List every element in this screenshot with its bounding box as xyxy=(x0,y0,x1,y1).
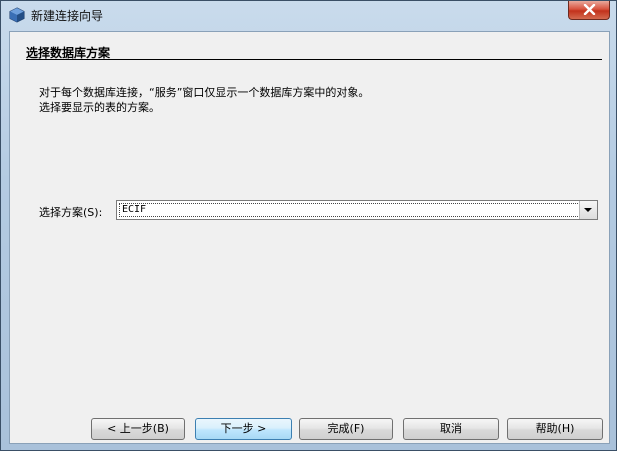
schema-label: 选择方案(S): xyxy=(39,206,103,219)
schema-selected-value: ECIF xyxy=(119,203,580,217)
close-icon xyxy=(583,4,596,15)
cancel-button[interactable]: 取消 xyxy=(403,418,499,440)
schema-dropdown[interactable]: ECIF xyxy=(116,200,598,220)
finish-button[interactable]: 完成(F) xyxy=(299,418,393,440)
step-title-divider xyxy=(26,59,602,60)
next-button[interactable]: 下一步 > xyxy=(195,418,292,440)
dropdown-arrow-button[interactable] xyxy=(579,201,597,219)
step-description: 对于每个数据库连接，“服务”窗口仅显示一个数据库方案中的对象。 选择要显示的表的… xyxy=(39,85,369,115)
title-bar[interactable]: 新建连接向导 xyxy=(1,1,616,31)
back-button[interactable]: < 上一步(B) xyxy=(91,418,185,440)
wizard-window: 新建连接向导 选择数据库方案 对于每个数据库连接，“服务”窗口仅显示一个数据库方… xyxy=(0,0,617,451)
close-button[interactable] xyxy=(568,1,610,20)
wizard-content: 选择数据库方案 对于每个数据库连接，“服务”窗口仅显示一个数据库方案中的对象。 … xyxy=(9,31,610,444)
description-line-2: 选择要显示的表的方案。 xyxy=(39,101,160,114)
netbeans-cube-icon xyxy=(9,7,25,23)
help-button[interactable]: 帮助(H) xyxy=(507,418,603,440)
description-line-1: 对于每个数据库连接，“服务”窗口仅显示一个数据库方案中的对象。 xyxy=(39,86,370,99)
window-title: 新建连接向导 xyxy=(31,9,104,23)
chevron-down-icon xyxy=(584,208,592,212)
